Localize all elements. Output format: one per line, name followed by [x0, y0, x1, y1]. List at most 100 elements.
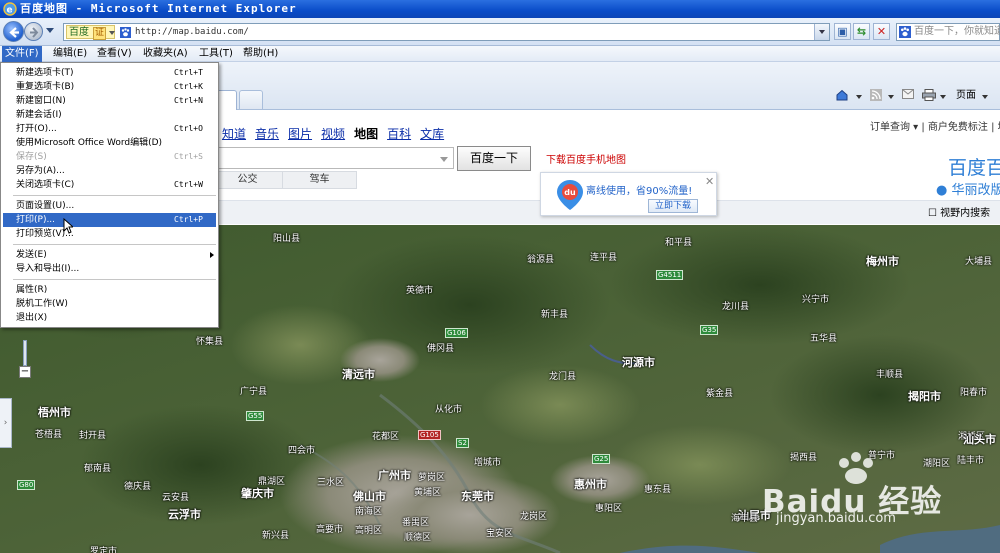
zoom-slider[interactable] [23, 340, 27, 366]
place-label: 番禺区 [402, 518, 430, 528]
place-label: 龙门县 [549, 372, 577, 382]
nav-link-map[interactable]: 地图 [354, 127, 378, 141]
menu-item-close-tab[interactable]: 关闭选项卡(C) Ctrl+W [3, 178, 216, 192]
chevron-down-icon[interactable] [888, 95, 894, 99]
place-label: 揭阳市 [908, 390, 941, 403]
place-label: 德庆县 [124, 482, 152, 492]
place-label: 罗定市 [90, 547, 118, 553]
chevron-down-icon[interactable] [856, 95, 862, 99]
place-label: 宝安区 [486, 529, 514, 539]
download-now-button[interactable]: 立即下载 [648, 199, 698, 213]
place-label: 肇庆市 [241, 487, 274, 500]
place-label: 龙岗区 [520, 512, 548, 522]
forward-arrow-icon [30, 27, 39, 38]
place-label: 花都区 [372, 432, 400, 442]
road-shield: G25 [592, 454, 611, 464]
menu-item-import-export[interactable]: 导入和导出(I)... [3, 262, 216, 276]
menu-help[interactable]: 帮助(H) [240, 46, 281, 62]
place-label: 丰顺县 [876, 370, 904, 380]
feeds-icon[interactable] [870, 89, 882, 103]
view-search-checkbox[interactable]: ☐ 视野内搜索 [928, 204, 990, 219]
menu-item-new-tab[interactable]: 新建选项卡(T) Ctrl+T [3, 66, 216, 80]
menu-item-save: 保存(S) Ctrl+S [16, 152, 203, 162]
menu-favorites[interactable]: 收藏夹(A) [140, 46, 191, 62]
place-label: 郁南县 [84, 464, 112, 474]
map-search-input[interactable] [210, 147, 454, 169]
nav-link-baike[interactable]: 百科 [387, 127, 411, 141]
place-label: 从化市 [435, 405, 463, 415]
menu-item-work-offline[interactable]: 脱机工作(W) [3, 297, 216, 311]
menu-item-new-session[interactable]: 新建会话(I) [3, 108, 216, 122]
nav-link-wenku[interactable]: 文库 [420, 127, 444, 141]
tab-bus[interactable]: 公交 [210, 171, 285, 189]
menu-tools[interactable]: 工具(T) [196, 46, 236, 62]
place-label: 和平县 [665, 238, 693, 248]
chevron-down-icon[interactable] [982, 95, 988, 99]
menu-item-print-preview[interactable]: 打印预览(V)... [3, 227, 216, 241]
submenu-arrow-icon [210, 252, 214, 258]
search-box[interactable]: 百度一下，你就知道 [896, 23, 1000, 41]
file-menu-dropdown: 新建选项卡(T) Ctrl+T 重复选项卡(B) Ctrl+K 新建窗口(N) Ctr… [0, 62, 219, 328]
stop-button[interactable]: ✕ [873, 23, 890, 40]
menu-item-print[interactable]: 打印(P)... Ctrl+P [3, 213, 216, 227]
nav-link-music[interactable]: 音乐 [255, 127, 279, 141]
place-label: 广宁县 [240, 387, 268, 397]
place-label: 大埔县 [965, 257, 993, 267]
checkbox[interactable]: ☐ [928, 208, 937, 219]
nav-link-images[interactable]: 图片 [288, 127, 312, 141]
print-icon[interactable] [922, 89, 936, 103]
nav-link-video[interactable]: 视频 [321, 127, 345, 141]
back-arrow-icon [9, 27, 19, 38]
zoom-out-button[interactable]: − [19, 366, 31, 378]
compatibility-view-button[interactable]: ▣ [834, 23, 851, 40]
place-label: 高要市 [316, 525, 344, 535]
search-button[interactable]: 百度一下 [457, 146, 531, 171]
back-button[interactable] [3, 21, 24, 42]
download-app-link[interactable]: 下载百度手机地图 [546, 151, 626, 166]
top-links[interactable]: 订单查询 ▾ | 商户免费标注 | 地 [870, 118, 1000, 133]
address-toolbar: 百度 证 http://map.baidu.com/ ▣ ⇆ ✕ 百度一下，你就… [0, 18, 1000, 46]
side-panel-toggle[interactable]: › [0, 398, 12, 448]
menu-item-open[interactable]: 打开(O)... Ctrl+O [3, 122, 216, 136]
place-label: 英德市 [406, 286, 434, 296]
menu-item-page-setup[interactable]: 页面设置(U)... [3, 199, 216, 213]
menu-item-duplicate-tab[interactable]: 重复选项卡(B) Ctrl+K [3, 80, 216, 94]
menu-edit[interactable]: 编辑(E) [50, 46, 90, 62]
place-label: 封开县 [79, 431, 107, 441]
place-label: 惠阳区 [595, 504, 623, 514]
nav-link-zhidao[interactable]: 知道 [222, 127, 246, 141]
address-dropdown-button[interactable] [814, 24, 829, 40]
chevron-down-icon [109, 31, 115, 35]
close-icon[interactable]: ✕ [705, 175, 714, 188]
place-label: 苍梧县 [35, 430, 63, 440]
menu-file[interactable]: 文件(F) [2, 46, 42, 62]
home-icon[interactable] [836, 89, 848, 103]
refresh-button[interactable]: ⇆ [853, 23, 870, 40]
place-label: 云浮市 [168, 508, 201, 521]
menu-view[interactable]: 查看(V) [94, 46, 135, 62]
place-label: 河源市 [622, 356, 655, 369]
window-title: 百度地图 - Microsoft Internet Explorer [20, 2, 297, 15]
road-shield: G4511 [656, 270, 684, 280]
new-tab-button[interactable] [239, 90, 263, 109]
window-title-bar: e 百度地图 - Microsoft Internet Explorer [0, 0, 1000, 18]
chevron-down-icon[interactable] [940, 95, 946, 99]
menu-item-exit[interactable]: 退出(X) [3, 311, 216, 325]
tab-drive[interactable]: 驾车 [282, 171, 357, 189]
route-tabs: 公交 驾车 [210, 171, 530, 189]
forward-button[interactable] [24, 22, 43, 41]
place-label: 萝岗区 [418, 473, 446, 483]
menu-separator [13, 244, 216, 245]
menu-item-new-window[interactable]: 新建窗口(N) Ctrl+N [3, 94, 216, 108]
mail-icon[interactable] [902, 89, 914, 103]
menu-item-properties[interactable]: 属性(R) [3, 283, 216, 297]
menu-item-send[interactable]: 发送(E) [3, 248, 216, 262]
address-input[interactable]: 百度 证 http://map.baidu.com/ [63, 23, 830, 41]
menu-item-save-as[interactable]: 另存为(A)... [3, 164, 216, 178]
app-promo-popup: du 离线使用，省90%流量! 立即下载 ✕ [540, 172, 717, 216]
site-identity-badge[interactable]: 百度 证 [66, 25, 115, 40]
recent-pages-dropdown[interactable] [46, 28, 54, 33]
page-menu-button[interactable]: 页面 [956, 89, 976, 103]
menu-item-edit-with-word[interactable]: 使用Microsoft Office Word编辑(D) [3, 136, 216, 150]
place-label: 顺德区 [404, 533, 432, 543]
